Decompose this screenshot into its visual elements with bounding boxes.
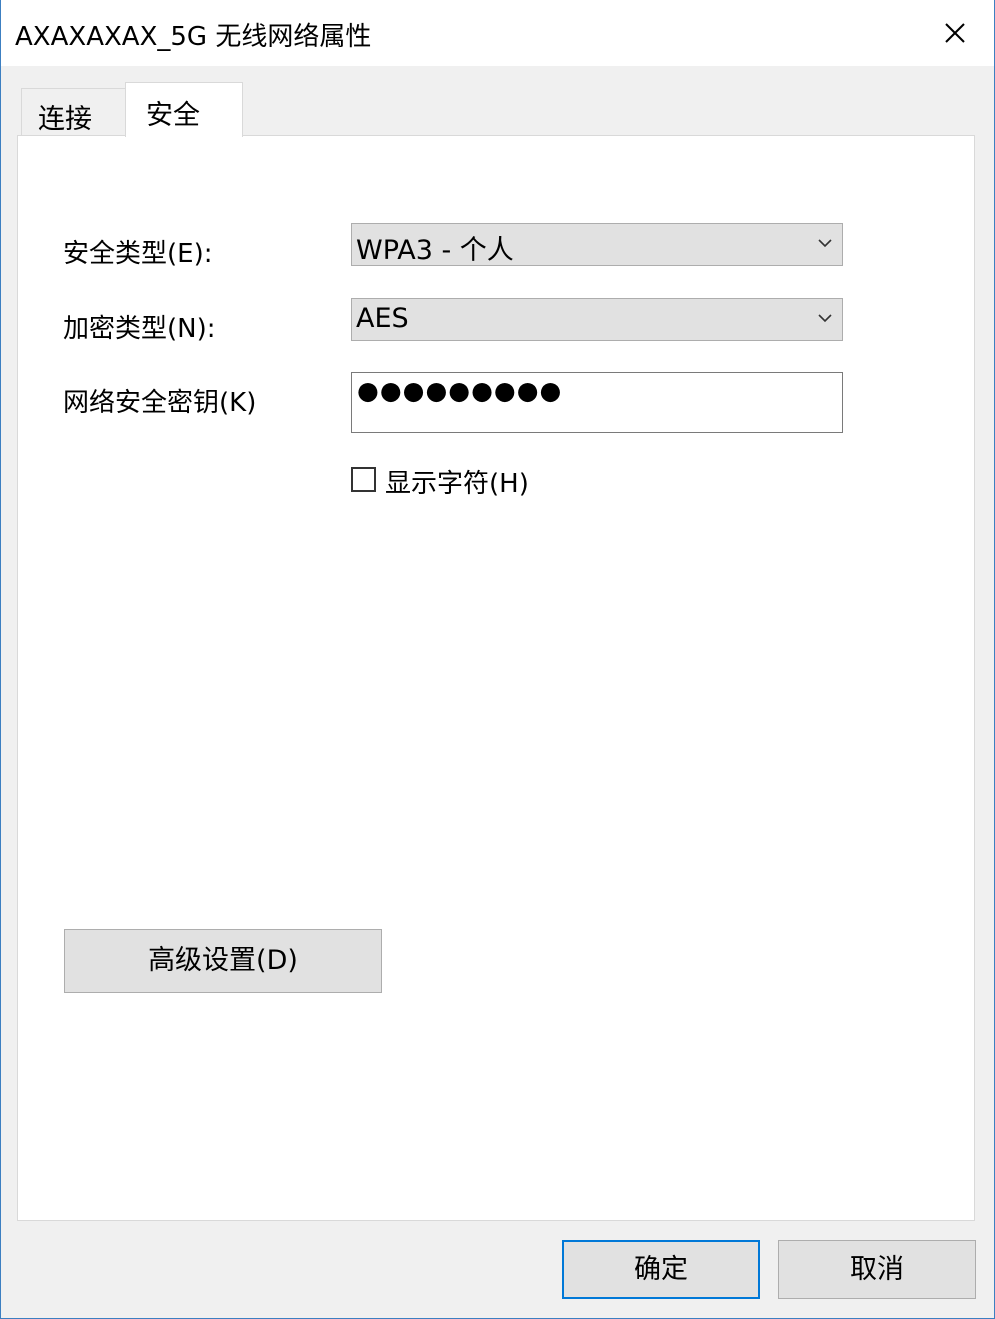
encryption-type-label: 加密类型(N):: [63, 314, 216, 344]
show-characters-label[interactable]: 显示字符(H): [385, 463, 529, 500]
wireless-properties-dialog: AXAXAXAX_5G 无线网络属性 连接 安全 安全类型(E): WPA3 -…: [0, 0, 995, 1319]
close-button[interactable]: [921, 0, 991, 66]
title-bar: AXAXAXAX_5G 无线网络属性: [1, 0, 994, 66]
advanced-settings-button[interactable]: 高级设置(D): [64, 929, 382, 993]
security-type-label: 安全类型(E):: [63, 239, 213, 269]
chevron-down-icon: [818, 239, 832, 248]
ok-button[interactable]: 确定: [562, 1240, 760, 1299]
window-title: AXAXAXAX_5G 无线网络属性: [15, 22, 372, 52]
encryption-type-select[interactable]: AES: [351, 298, 843, 341]
security-type-value: WPA3 - 个人: [356, 235, 514, 266]
chevron-down-icon: [818, 314, 832, 323]
show-characters-checkbox[interactable]: [351, 467, 376, 492]
cancel-button[interactable]: 取消: [778, 1240, 976, 1299]
security-type-select[interactable]: WPA3 - 个人: [351, 223, 843, 266]
tab-connection[interactable]: 连接: [21, 88, 127, 136]
network-key-label: 网络安全密钥(K): [63, 388, 257, 418]
network-key-input[interactable]: ●●●●●●●●●: [351, 372, 843, 433]
tab-security[interactable]: 安全: [125, 82, 243, 137]
network-key-value: ●●●●●●●●●: [357, 376, 563, 405]
close-icon: [945, 23, 965, 43]
encryption-type-value: AES: [356, 303, 409, 334]
